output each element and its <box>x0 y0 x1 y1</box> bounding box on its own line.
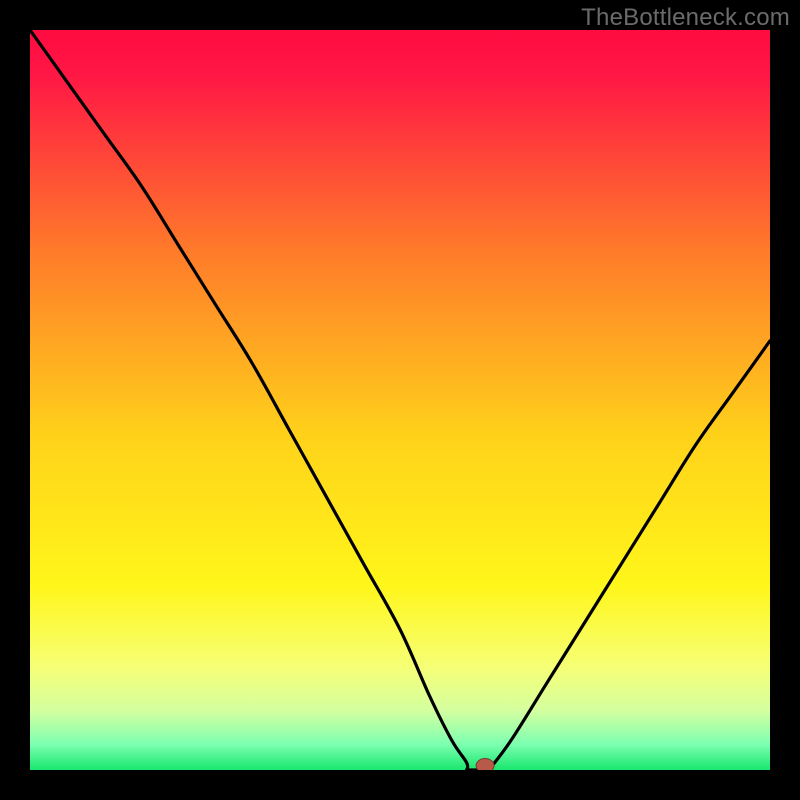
watermark-text: TheBottleneck.com <box>581 4 790 32</box>
chart-frame: TheBottleneck.com <box>0 0 800 800</box>
gradient-background <box>30 30 770 770</box>
